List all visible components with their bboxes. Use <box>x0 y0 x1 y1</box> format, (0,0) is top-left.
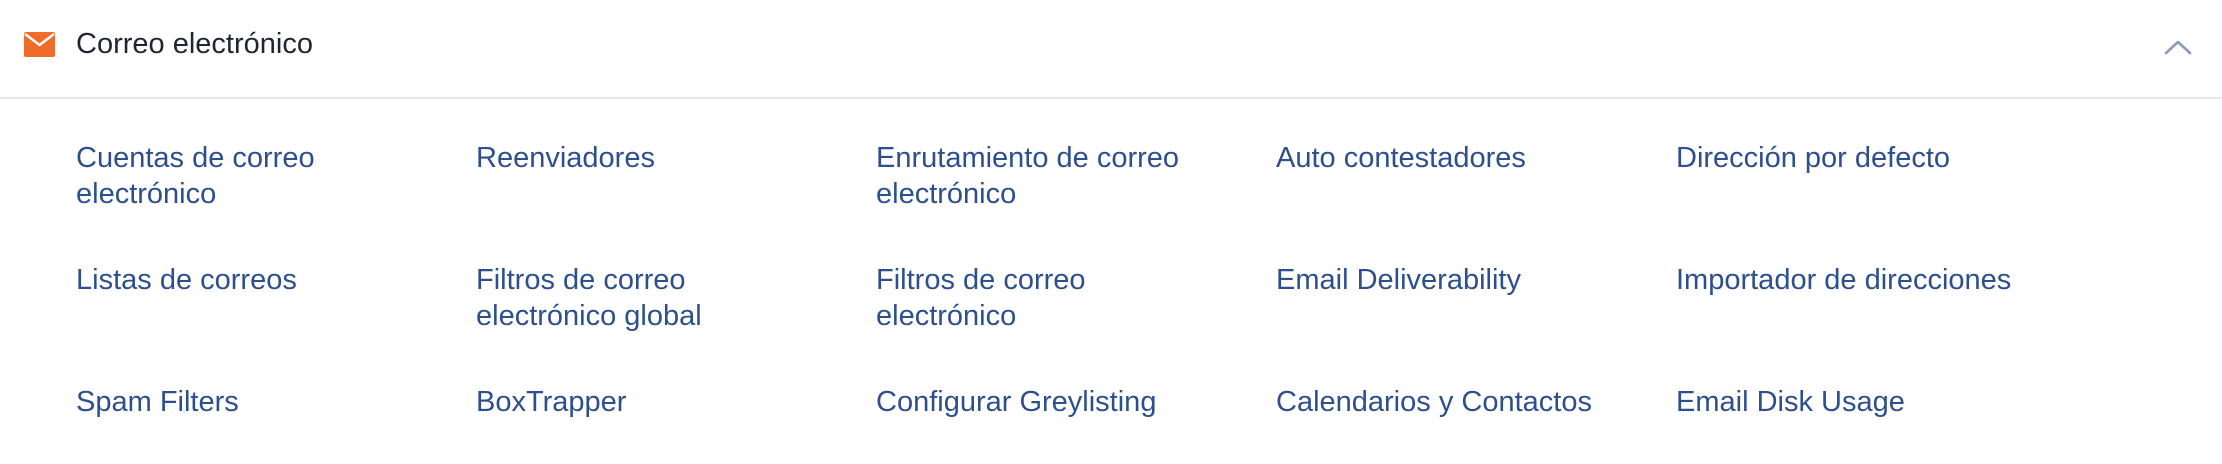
link-spam-filters[interactable]: Spam Filters <box>76 384 416 464</box>
link-cuentas-de-correo[interactable]: Cuentas de correo electrónico <box>76 140 416 262</box>
link-auto-contestadores[interactable]: Auto contestadores <box>1276 140 1616 262</box>
envelope-icon <box>24 32 55 57</box>
email-section-header[interactable]: Correo electrónico <box>0 0 2222 99</box>
link-configurar-greylisting[interactable]: Configurar Greylisting <box>876 384 1216 464</box>
link-importador-de-direcciones[interactable]: Importador de direcciones <box>1676 262 2016 384</box>
link-email-disk-usage[interactable]: Email Disk Usage <box>1676 384 2016 464</box>
email-links-grid: Cuentas de correo electrónico Reenviador… <box>76 140 2076 464</box>
link-filtros-globales[interactable]: Filtros de correo electrónico global <box>476 262 816 384</box>
link-boxtrapper[interactable]: BoxTrapper <box>476 384 816 464</box>
link-enrutamiento-de-correo[interactable]: Enrutamiento de correo electrónico <box>876 140 1216 262</box>
link-reenviadores[interactable]: Reenviadores <box>476 140 816 262</box>
email-section-panel: Correo electrónico Cuentas de correo ele… <box>0 0 2222 462</box>
section-title: Correo electrónico <box>76 28 313 60</box>
chevron-up-icon <box>2164 40 2192 55</box>
collapse-button[interactable] <box>2158 30 2198 64</box>
link-calendarios-y-contactos[interactable]: Calendarios y Contactos <box>1276 384 1616 464</box>
link-direccion-por-defecto[interactable]: Dirección por defecto <box>1676 140 2016 262</box>
link-listas-de-correos[interactable]: Listas de correos <box>76 262 416 384</box>
link-filtros-de-correo[interactable]: Filtros de correo electrónico <box>876 262 1216 384</box>
link-email-deliverability[interactable]: Email Deliverability <box>1276 262 1616 384</box>
